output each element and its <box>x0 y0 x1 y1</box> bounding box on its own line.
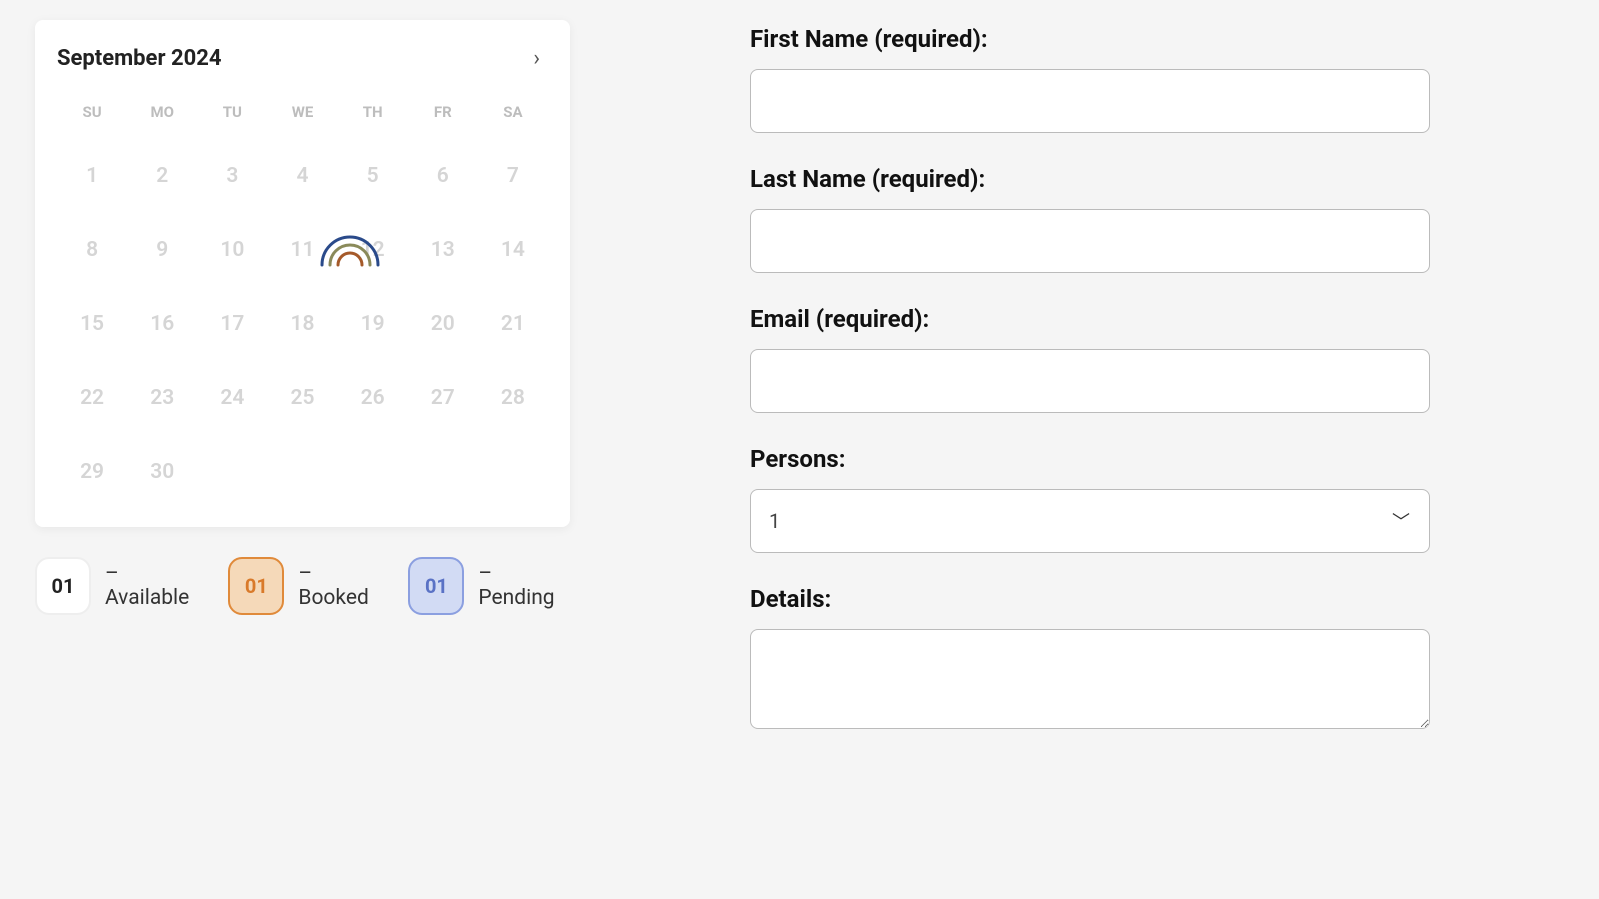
day-cell[interactable]: 22 <box>57 361 127 435</box>
persons-select[interactable]: 1 <box>750 489 1430 553</box>
day-cell[interactable]: 23 <box>127 361 197 435</box>
legend-available-label: – Available <box>105 562 204 610</box>
day-cell[interactable]: 13 <box>408 213 478 287</box>
day-cell[interactable]: 7 <box>478 139 548 213</box>
dow-th: TH <box>338 93 408 139</box>
day-cell[interactable]: 6 <box>408 139 478 213</box>
day-cell[interactable]: 5 <box>338 139 408 213</box>
day-cell[interactable]: 21 <box>478 287 548 361</box>
day-cell[interactable]: 29 <box>57 435 127 509</box>
day-cell[interactable]: 15 <box>57 287 127 361</box>
day-cell[interactable]: 30 <box>127 435 197 509</box>
day-cell[interactable]: 19 <box>338 287 408 361</box>
legend-pending-badge: 01 <box>408 557 464 615</box>
day-cell[interactable]: 8 <box>57 213 127 287</box>
calendar-title: September 2024 <box>57 46 221 71</box>
email-input[interactable] <box>750 349 1430 413</box>
legend-booked-badge: 01 <box>228 557 284 615</box>
legend-pending-label: – Pending <box>478 562 570 610</box>
dow-su: SU <box>57 93 127 139</box>
dow-fr: FR <box>408 93 478 139</box>
dow-we: WE <box>267 93 337 139</box>
day-cell[interactable]: 4 <box>267 139 337 213</box>
chevron-right-icon: › <box>533 46 540 71</box>
dow-sa: SA <box>478 93 548 139</box>
dow-mo: MO <box>127 93 197 139</box>
day-cell[interactable]: 26 <box>338 361 408 435</box>
details-label: Details: <box>750 585 1430 613</box>
day-cell[interactable]: 10 <box>197 213 267 287</box>
day-cell[interactable]: 1 <box>57 139 127 213</box>
day-cell[interactable]: 24 <box>197 361 267 435</box>
calendar-grid: SU MO TU WE TH FR SA 1 2 3 4 5 6 7 8 9 1… <box>57 93 548 509</box>
first-name-label: First Name (required): <box>750 25 1430 53</box>
email-label: Email (required): <box>750 305 1430 333</box>
day-cell[interactable]: 16 <box>127 287 197 361</box>
legend-available-badge: 01 <box>35 557 91 615</box>
legend-booked: 01 – Booked <box>228 557 384 615</box>
last-name-input[interactable] <box>750 209 1430 273</box>
day-cell[interactable]: 2 <box>127 139 197 213</box>
day-cell[interactable]: 9 <box>127 213 197 287</box>
calendar-next-button[interactable]: › <box>525 42 548 75</box>
day-cell[interactable]: 27 <box>408 361 478 435</box>
persons-label: Persons: <box>750 445 1430 473</box>
day-cell[interactable]: 11 <box>267 213 337 287</box>
day-cell[interactable]: 14 <box>478 213 548 287</box>
first-name-input[interactable] <box>750 69 1430 133</box>
legend-available: 01 – Available <box>35 557 204 615</box>
legend: 01 – Available 01 – Booked 01 – Pending <box>35 557 570 615</box>
day-cell[interactable]: 25 <box>267 361 337 435</box>
last-name-label: Last Name (required): <box>750 165 1430 193</box>
day-cell[interactable]: 17 <box>197 287 267 361</box>
day-cell[interactable]: 18 <box>267 287 337 361</box>
day-cell[interactable]: 28 <box>478 361 548 435</box>
legend-booked-label: – Booked <box>298 562 384 610</box>
dow-tu: TU <box>197 93 267 139</box>
legend-pending: 01 – Pending <box>408 557 570 615</box>
day-cell[interactable]: 12 <box>338 213 408 287</box>
details-textarea[interactable] <box>750 629 1430 729</box>
day-cell[interactable]: 3 <box>197 139 267 213</box>
calendar-card: September 2024 › SU MO TU WE TH FR SA 1 … <box>35 20 570 527</box>
day-cell[interactable]: 20 <box>408 287 478 361</box>
